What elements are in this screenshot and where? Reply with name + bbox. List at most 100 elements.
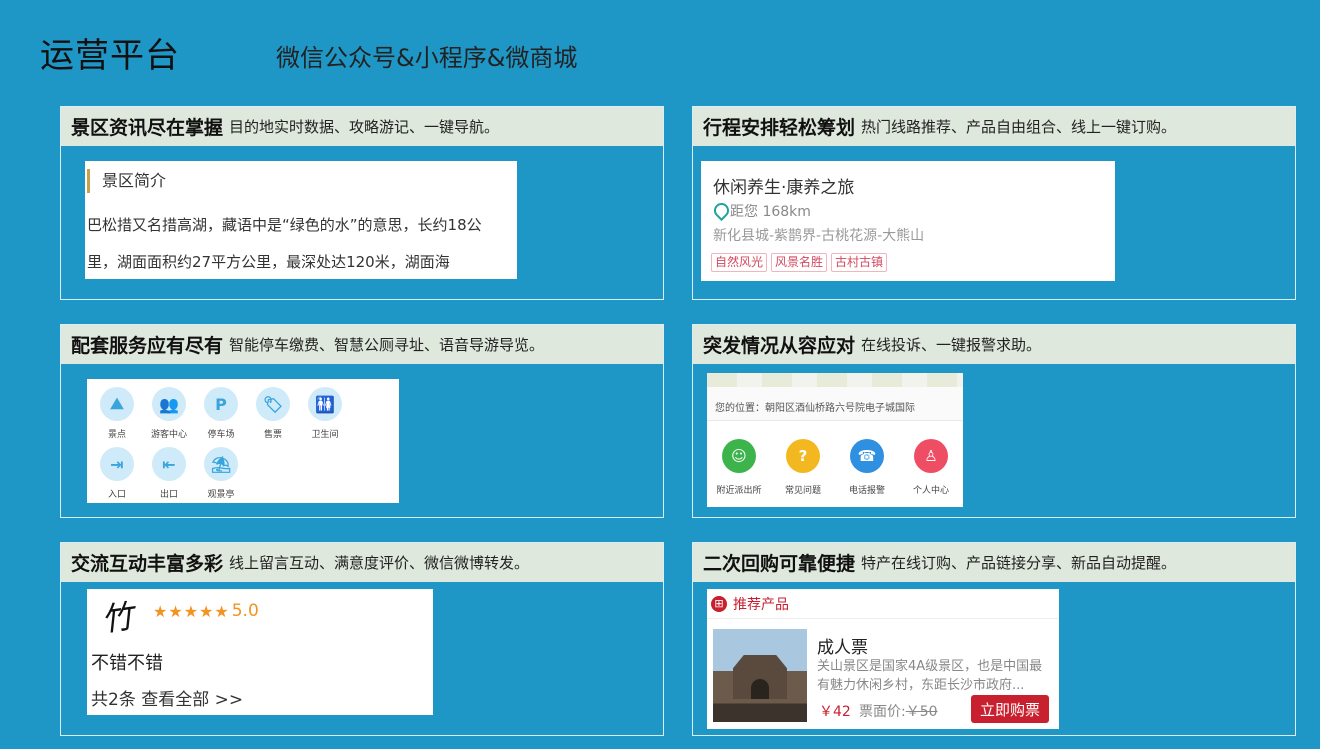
- panel-title: 突发情况从容应对: [703, 335, 856, 357]
- signature-avatar: 竹: [98, 596, 136, 640]
- view-all-reviews-link[interactable]: 共2条 查看全部 >>: [91, 685, 243, 710]
- services-card: ⛰ 景点 👥 游客中心 P 停车场 🏷 售票 🚻 卫生间 ⇥ 入口 ⇤ 出口 ⛱…: [87, 379, 399, 503]
- trip-route: 新化县城-紫鹊界-古桃花源-大熊山: [713, 228, 925, 244]
- trip-tag[interactable]: 自然风光: [711, 253, 768, 272]
- service-label: 出口: [159, 490, 178, 500]
- service-label: 景点: [107, 430, 126, 440]
- panel-header: 景区资讯尽在掌握 目的地实时数据、攻略游记、一键导航。: [61, 107, 663, 146]
- service-label: 停车场: [207, 430, 235, 440]
- panel-header: 行程安排轻松筹划 热门线路推荐、产品自由组合、线上一键订购。: [693, 107, 1295, 146]
- recommend-title: 推荐产品: [733, 596, 789, 613]
- emergency-label: 个人中心: [912, 486, 949, 496]
- panel-title: 二次回购可靠便捷: [703, 553, 856, 575]
- panel-scenic-info: 景区资讯尽在掌握 目的地实时数据、攻略游记、一键导航。 景区简介 巴松措又名措高…: [60, 106, 664, 300]
- emergency-faq[interactable]: ? 常见问题: [773, 439, 833, 496]
- trip-distance: 距您 168km: [713, 201, 811, 221]
- buy-ticket-button[interactable]: 立即购票: [971, 695, 1049, 723]
- trip-title: 休闲养生·康养之旅: [713, 178, 855, 198]
- service-item-restroom[interactable]: 🚻 卫生间: [299, 387, 351, 447]
- panel-header: 突发情况从容应对 在线投诉、一键报警求助。: [693, 325, 1295, 364]
- panel-services: 配套服务应有尽有 智能停车缴费、智慧公厕寻址、语音导游导览。 ⛰ 景点 👥 游客…: [60, 324, 664, 518]
- location-bar[interactable]: 您的位置：朝阳区酒仙桥路六号院电子城国际: [707, 387, 963, 421]
- exit-icon: ⇤: [152, 447, 186, 481]
- product-card: ⊞ 推荐产品 成人票 关山景区是国家4A级景区，也是中国最有魅力休闲乡村，东距长…: [707, 589, 1059, 729]
- trip-card[interactable]: 休闲养生·康养之旅 距您 168km 新化县城-紫鹊界-古桃花源-大熊山 自然风…: [701, 161, 1115, 281]
- service-item-exit[interactable]: ⇤ 出口: [143, 447, 195, 503]
- product-price: ￥42: [819, 704, 851, 720]
- emergency-police[interactable]: ☺ 附近派出所: [709, 439, 769, 496]
- panel-header: 交流互动丰富多彩 线上留言互动、满意度评价、微信微博转发。: [61, 543, 663, 582]
- service-label: 观景亭: [207, 490, 235, 500]
- panel-header: 二次回购可靠便捷 特产在线订购、产品链接分享、新品自动提醒。: [693, 543, 1295, 582]
- emergency-label: 附近派出所: [716, 486, 762, 496]
- trip-tag[interactable]: 风景名胜: [771, 253, 828, 272]
- emergency-label: 常见问题: [784, 486, 821, 496]
- police-icon: ☺: [722, 439, 756, 473]
- emergency-card: 您的位置：朝阳区酒仙桥路六号院电子城国际 ☺ 附近派出所 ? 常见问题 ☎ 电话…: [707, 373, 963, 507]
- panel-desc: 目的地实时数据、攻略游记、一键导航。: [229, 118, 500, 136]
- page-subtitle: 微信公众号&小程序&微商城: [276, 44, 578, 72]
- emergency-call[interactable]: ☎ 电话报警: [837, 439, 897, 496]
- recommend-header: ⊞ 推荐产品: [707, 589, 1059, 619]
- panel-desc: 热门线路推荐、产品自由组合、线上一键订购。: [861, 118, 1177, 136]
- services-grid: ⛰ 景点 👥 游客中心 P 停车场 🏷 售票 🚻 卫生间 ⇥ 入口 ⇤ 出口 ⛱…: [91, 387, 399, 503]
- parking-icon: P: [204, 387, 238, 421]
- panel-interaction: 交流互动丰富多彩 线上留言互动、满意度评价、微信微博转发。 竹 ★★★★★ 5.…: [60, 542, 664, 736]
- person-icon: ♙: [914, 439, 948, 473]
- phone-icon: ☎: [850, 439, 884, 473]
- panel-title: 交流互动丰富多彩: [71, 553, 224, 575]
- users-icon: 👥: [152, 387, 186, 421]
- original-price-value: ￥50: [905, 704, 938, 720]
- review-text: 不错不错: [91, 653, 163, 674]
- restroom-icon: 🚻: [308, 387, 342, 421]
- question-icon: ?: [786, 439, 820, 473]
- panel-header: 配套服务应有尽有 智能停车缴费、智慧公厕寻址、语音导游导览。: [61, 325, 663, 364]
- panel-desc: 线上留言互动、满意度评价、微信微博转发。: [229, 554, 530, 572]
- emergency-label: 电话报警: [848, 486, 885, 496]
- service-item-parking[interactable]: P 停车场: [195, 387, 247, 447]
- product-desc: 关山景区是国家4A级景区，也是中国最有魅力休闲乡村，东距长沙市政府...: [817, 659, 1043, 693]
- product-image[interactable]: [713, 629, 807, 722]
- star-icon: ★★★★★: [153, 601, 230, 621]
- service-item-entrance[interactable]: ⇥ 入口: [91, 447, 143, 503]
- panel-repurchase: 二次回购可靠便捷 特产在线订购、产品链接分享、新品自动提醒。 ⊞ 推荐产品 成人…: [692, 542, 1296, 736]
- trip-distance-text: 距您 168km: [730, 204, 811, 220]
- review-card: 竹 ★★★★★ 5.0 不错不错 共2条 查看全部 >>: [87, 589, 433, 715]
- panel-title: 配套服务应有尽有: [71, 335, 224, 357]
- rating-score: 5.0: [231, 601, 259, 621]
- landscape-icon: ⛰: [100, 387, 134, 421]
- location-pin-icon: [713, 203, 726, 219]
- map-thumbnail[interactable]: [707, 373, 963, 387]
- page-title: 运营平台: [40, 36, 180, 76]
- panel-desc: 特产在线订购、产品链接分享、新品自动提醒。: [861, 554, 1177, 572]
- emergency-profile[interactable]: ♙ 个人中心: [901, 439, 961, 496]
- ticket-icon: 🏷: [256, 387, 290, 421]
- service-item-scenic[interactable]: ⛰ 景点: [91, 387, 143, 447]
- product-original-price: 票面价:￥50: [859, 701, 938, 721]
- service-label: 入口: [107, 490, 126, 500]
- service-item-visitor-center[interactable]: 👥 游客中心: [143, 387, 195, 447]
- original-price-label: 票面价:: [859, 704, 906, 720]
- pavilion-icon: ⛱: [204, 447, 238, 481]
- grid-icon: ⊞: [711, 595, 727, 612]
- trip-tag[interactable]: 古村古镇: [831, 253, 888, 272]
- product-name[interactable]: 成人票: [817, 633, 868, 658]
- panel-desc: 在线投诉、一键报警求助。: [861, 336, 1042, 354]
- intro-card[interactable]: 景区简介 巴松措又名措高湖，藏语中是“绿色的水”的意思，长约18公里，湖面面积约…: [85, 161, 517, 279]
- panel-desc: 智能停车缴费、智慧公厕寻址、语音导游导览。: [229, 336, 545, 354]
- emergency-actions: ☺ 附近派出所 ? 常见问题 ☎ 电话报警 ♙ 个人中心: [707, 439, 963, 496]
- service-label: 卫生间: [311, 430, 339, 440]
- service-label: 游客中心: [150, 430, 187, 440]
- intro-heading: 景区简介: [87, 169, 166, 193]
- panel-emergency: 突发情况从容应对 在线投诉、一键报警求助。 您的位置：朝阳区酒仙桥路六号院电子城…: [692, 324, 1296, 518]
- service-label: 售票: [263, 430, 282, 440]
- trip-tags: 自然风光 风景名胜 古村古镇: [711, 253, 888, 272]
- panel-trip-planning: 行程安排轻松筹划 热门线路推荐、产品自由组合、线上一键订购。 休闲养生·康养之旅…: [692, 106, 1296, 300]
- intro-text: 巴松措又名措高湖，藏语中是“绿色的水”的意思，长约18公里，湖面面积约27平方公…: [87, 216, 482, 271]
- service-item-ticket[interactable]: 🏷 售票: [247, 387, 299, 447]
- panel-title: 行程安排轻松筹划: [703, 117, 856, 139]
- service-item-pavilion[interactable]: ⛱ 观景亭: [195, 447, 247, 503]
- rating-stars: ★★★★★ 5.0: [153, 601, 259, 621]
- panel-title: 景区资讯尽在掌握: [71, 117, 224, 139]
- entrance-icon: ⇥: [100, 447, 134, 481]
